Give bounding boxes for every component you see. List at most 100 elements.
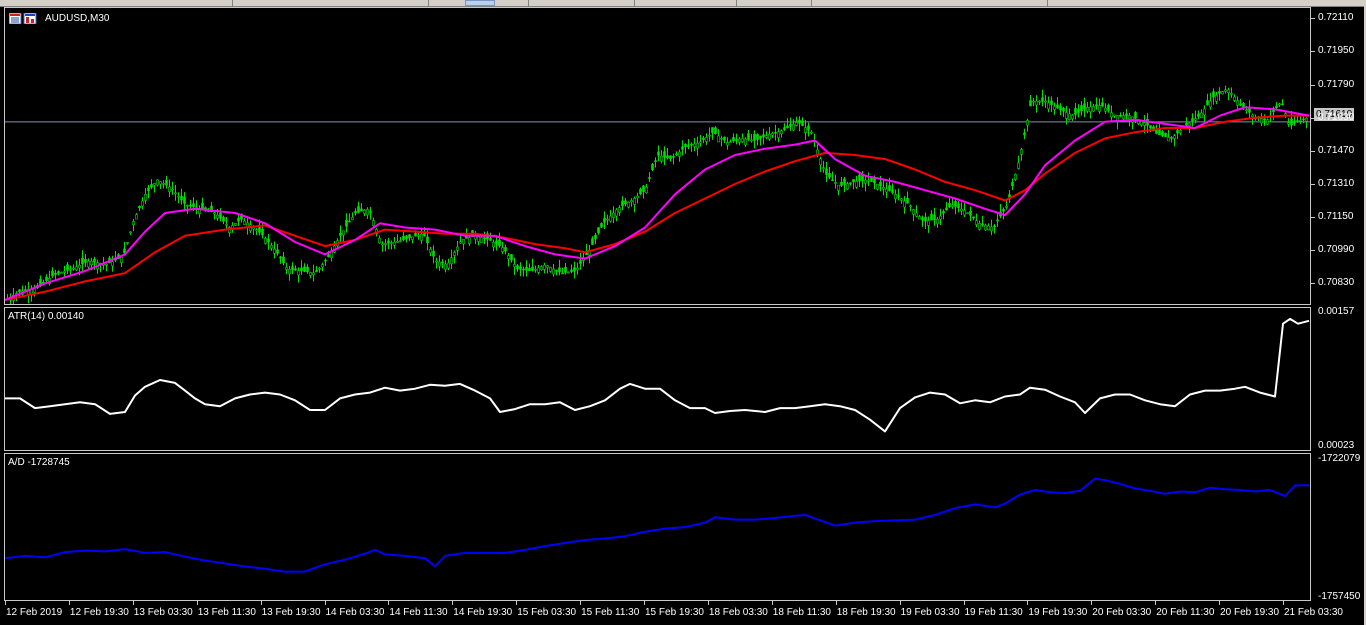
candle-body xyxy=(735,139,738,141)
price-chart xyxy=(5,85,1310,304)
atr-axis-max: 0.00157 xyxy=(1318,306,1355,317)
candle-body xyxy=(1164,132,1167,137)
candle-body xyxy=(1002,209,1005,212)
candle-body xyxy=(684,143,687,147)
candle-body xyxy=(408,234,411,239)
candle-body xyxy=(402,235,405,240)
candle-body xyxy=(786,125,789,129)
candle-body xyxy=(507,255,510,260)
candle-body xyxy=(318,267,321,270)
candle-body xyxy=(438,261,441,267)
candle-body xyxy=(1038,100,1041,103)
candle-body xyxy=(366,209,369,216)
candle-body xyxy=(1110,112,1113,118)
candle-body xyxy=(303,266,306,272)
candle-body xyxy=(543,264,546,270)
candle-body xyxy=(882,186,885,190)
time-axis-label: 20 Feb 19:30 xyxy=(1220,607,1280,618)
candle-body xyxy=(1032,100,1035,103)
candle-body xyxy=(573,267,576,272)
candle-body xyxy=(1047,102,1050,110)
candle-body xyxy=(1302,118,1305,121)
candle-body xyxy=(561,272,564,275)
candle-body xyxy=(708,134,711,137)
candle-body xyxy=(1203,108,1206,116)
ma-slow-line xyxy=(5,114,1309,301)
candle-body xyxy=(1023,132,1026,136)
candle-body xyxy=(924,216,927,222)
candle-body xyxy=(1044,100,1047,103)
candle-body xyxy=(534,268,537,271)
candle-body xyxy=(369,211,372,213)
candle-body xyxy=(105,264,108,266)
candle-body xyxy=(720,137,723,140)
toolbar-active-tab[interactable] xyxy=(465,0,495,6)
candle-body xyxy=(861,175,864,181)
candle-body xyxy=(906,197,909,204)
candle-body xyxy=(372,220,375,226)
candle-body xyxy=(1065,112,1068,119)
candle-body xyxy=(291,266,294,270)
candle-body xyxy=(963,210,966,216)
price-axis-tick xyxy=(1311,18,1315,20)
candle-body xyxy=(768,133,771,140)
time-axis-label: 15 Feb 19:30 xyxy=(645,607,704,618)
candle-body xyxy=(756,134,759,140)
candle-body xyxy=(1017,162,1020,169)
time-axis-tick xyxy=(452,601,454,605)
candle-body xyxy=(69,268,72,271)
candle-body xyxy=(222,216,225,222)
candle-body xyxy=(297,270,300,276)
candle-body xyxy=(978,223,981,230)
candle-body xyxy=(1296,120,1299,123)
candle-body xyxy=(801,120,804,126)
candle-body xyxy=(492,241,495,248)
candle-body xyxy=(300,267,303,272)
time-axis-tick xyxy=(388,601,390,605)
candle-body xyxy=(1200,112,1203,119)
atr-pane[interactable] xyxy=(4,307,1311,451)
main-chart-pane[interactable] xyxy=(4,7,1311,305)
candle-body xyxy=(594,234,597,240)
candle-body xyxy=(633,198,636,205)
candle-body xyxy=(186,204,189,207)
candle-body xyxy=(678,151,681,157)
candle-body xyxy=(258,227,261,233)
ad-pane[interactable] xyxy=(4,453,1311,601)
candle-body xyxy=(822,167,825,169)
candle-body xyxy=(267,238,270,243)
toolbar-separator xyxy=(736,0,737,6)
candle-body xyxy=(762,134,765,138)
price-axis-tick xyxy=(1311,51,1315,53)
time-axis-tick xyxy=(68,601,70,605)
time-axis-tick xyxy=(1219,601,1221,605)
candle-body xyxy=(774,132,777,134)
candle-body xyxy=(174,192,177,195)
price-axis-tick xyxy=(1311,84,1315,86)
candle-body xyxy=(417,234,420,237)
time-axis-label: 18 Feb 19:30 xyxy=(836,607,896,618)
candle-body xyxy=(1179,130,1182,134)
candle-body xyxy=(450,257,453,265)
candle-body xyxy=(615,209,618,217)
candle-body xyxy=(129,231,132,234)
candle-body xyxy=(837,184,840,191)
candle-body xyxy=(78,264,81,269)
candle-body xyxy=(840,181,843,186)
candle-body xyxy=(327,254,330,258)
candle-body xyxy=(1248,108,1251,113)
candle-body xyxy=(669,155,672,160)
candle-body xyxy=(75,266,78,271)
toolbar-separator xyxy=(811,0,812,6)
candle-body xyxy=(483,237,486,239)
time-axis-tick xyxy=(580,601,582,605)
candle-body xyxy=(858,174,861,182)
candle-body xyxy=(885,188,888,193)
candle-body xyxy=(528,268,531,271)
candle-body xyxy=(1005,206,1008,208)
candle-body xyxy=(705,137,708,142)
candle-body xyxy=(276,249,279,254)
candle-body xyxy=(927,220,930,226)
candle-body xyxy=(789,124,792,127)
candle-body xyxy=(159,181,162,185)
